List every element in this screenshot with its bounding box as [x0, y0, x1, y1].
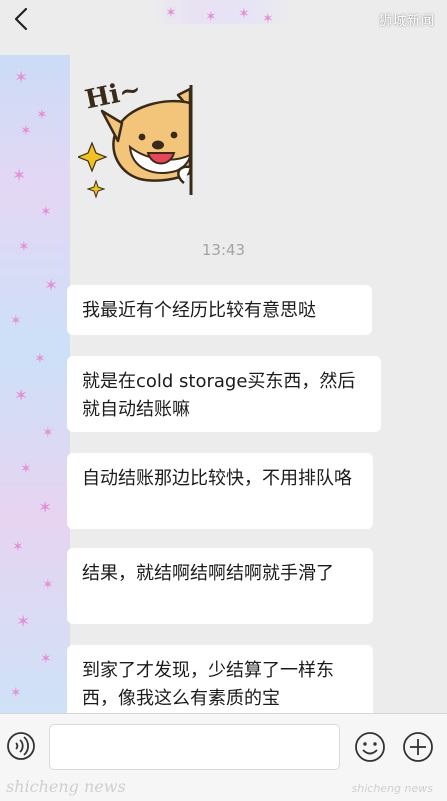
chat-message-bubble[interactable]: 自动结账那边比较快，不用排队咯	[67, 453, 373, 529]
watermark-text: shicheng news	[351, 782, 433, 795]
dog-waving-sticker[interactable]: Hi~	[76, 74, 208, 203]
emoji-icon	[355, 732, 385, 762]
plus-button[interactable]	[402, 731, 434, 763]
chevron-left-icon	[14, 7, 28, 31]
plus-icon	[403, 732, 433, 762]
star-decoration: ✶	[205, 9, 217, 25]
input-bar: shicheng news shicheng news	[0, 713, 447, 801]
emoji-button[interactable]	[354, 731, 386, 763]
top-bar: ✶ ✶ ✶ ✶ 狮城新闻	[0, 0, 447, 38]
chat-message-bubble[interactable]: 就是在cold storage买东西，然后就自动结账嘛	[67, 356, 381, 432]
decorative-star-strip-left	[0, 55, 70, 715]
chat-message-bubble[interactable]: 我最近有个经历比较有意思哒	[67, 285, 372, 335]
star-decoration: ✶	[262, 11, 274, 27]
star-decoration: ✶	[238, 6, 250, 22]
voice-icon	[7, 732, 35, 760]
voice-button[interactable]	[6, 731, 36, 761]
watermark-text: shicheng news	[6, 777, 126, 796]
watermark-text: 狮城新闻	[378, 14, 435, 29]
star-decoration: ✶	[165, 5, 177, 21]
chat-message-bubble[interactable]: 结果，就结啊结啊结啊就手滑了	[67, 548, 373, 624]
back-button[interactable]	[6, 4, 36, 34]
message-timestamp: 13:43	[201, 241, 246, 259]
message-input[interactable]	[49, 724, 340, 770]
